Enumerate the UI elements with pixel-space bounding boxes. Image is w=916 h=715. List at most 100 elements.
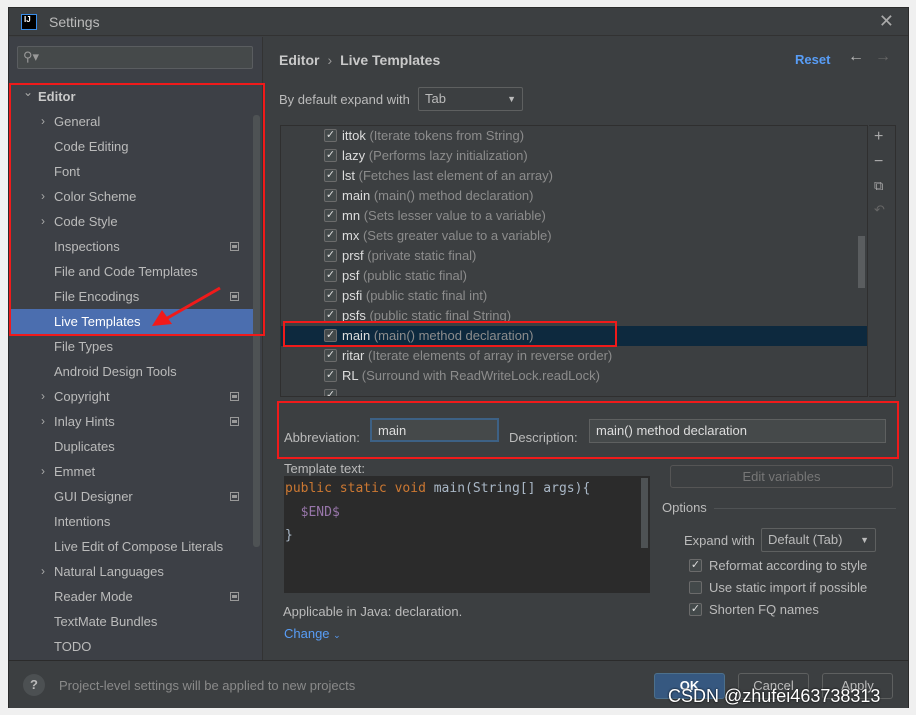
remove-icon[interactable]: − bbox=[874, 153, 883, 171]
template-text-editor[interactable]: public static void main(String[] args){ … bbox=[284, 476, 650, 593]
template-abbreviation: mx bbox=[342, 228, 360, 243]
copy-icon[interactable]: ⧉ bbox=[874, 178, 883, 194]
sidebar-item-natural-languages[interactable]: › Natural Languages bbox=[9, 559, 253, 584]
template-row[interactable]: ✓ lst (Fetches last element of an array) bbox=[281, 166, 867, 186]
template-row[interactable]: ✓ main (main() method declaration) bbox=[281, 326, 867, 346]
sidebar-item-code-editing[interactable]: Code Editing bbox=[9, 134, 253, 159]
chevron-down-icon: ⌄ bbox=[333, 630, 341, 640]
sidebar-item-label: General bbox=[54, 114, 101, 129]
sidebar-item-emmet[interactable]: › Emmet bbox=[9, 459, 253, 484]
template-abbreviation: main bbox=[342, 328, 371, 343]
chevron-right-icon[interactable]: › bbox=[41, 209, 45, 234]
code-keyword: void bbox=[394, 481, 426, 496]
sidebar-item-textmate-bundles[interactable]: TextMate Bundles bbox=[9, 609, 253, 634]
list-toolbar: + − ⧉ ↶ bbox=[869, 125, 896, 397]
checkbox-checked-icon[interactable]: ✓ bbox=[324, 329, 337, 342]
sidebar-item-label: Inspections bbox=[54, 239, 120, 254]
template-row[interactable]: ✓ RL (Surround with ReadWriteLock.readLoc… bbox=[281, 366, 867, 386]
sidebar-item-reader-mode[interactable]: Reader Mode bbox=[9, 584, 253, 609]
checkbox-checked-icon[interactable]: ✓ bbox=[324, 229, 337, 242]
chevron-down-icon: ▼ bbox=[507, 94, 516, 104]
add-icon[interactable]: + bbox=[874, 128, 883, 146]
sidebar-item-todo[interactable]: TODO bbox=[9, 634, 253, 659]
checkbox-checked-icon[interactable]: ✓ bbox=[324, 269, 337, 282]
arrow-left-icon[interactable]: ← bbox=[848, 48, 864, 66]
templates-list: ✓ ittok (Iterate tokens from String) ✓ lazy… bbox=[280, 125, 868, 397]
checkbox-checked-icon[interactable]: ✓ bbox=[324, 129, 337, 142]
sidebar-scrollbar[interactable] bbox=[253, 115, 260, 547]
abbreviation-input[interactable]: main bbox=[370, 418, 499, 442]
chevron-right-icon[interactable]: › bbox=[41, 409, 45, 434]
template-row[interactable]: ✓ lazy (Performs lazy initialization) bbox=[281, 146, 867, 166]
template-row[interactable]: ✓ ittok (Iterate tokens from String) bbox=[281, 126, 867, 146]
checkbox-checked-icon[interactable]: ✓ bbox=[324, 249, 337, 262]
undo-icon[interactable]: ↶ bbox=[874, 202, 885, 218]
search-input[interactable]: ⚲▾ bbox=[17, 46, 253, 69]
chevron-right-icon[interactable]: › bbox=[41, 384, 45, 409]
checkbox-checked-icon[interactable]: ✓ bbox=[324, 169, 337, 182]
sidebar-item-color-scheme[interactable]: › Color Scheme bbox=[9, 184, 253, 209]
sidebar-item-editor[interactable]: ⌄ Editor bbox=[9, 84, 253, 109]
checkbox-checked-icon[interactable]: ✓ bbox=[324, 209, 337, 222]
checkbox-checked-icon[interactable]: ✓ bbox=[324, 289, 337, 302]
description-label: Description: bbox=[509, 430, 578, 445]
template-row[interactable]: ✓ mn (Sets lesser value to a variable) bbox=[281, 206, 867, 226]
template-row[interactable]: ✓ psf (public static final) bbox=[281, 266, 867, 286]
close-icon[interactable]: ✕ bbox=[879, 11, 894, 32]
project-level-icon bbox=[230, 417, 239, 426]
sidebar-item-inspections[interactable]: Inspections bbox=[9, 234, 253, 259]
chevron-right-icon[interactable]: › bbox=[41, 109, 45, 134]
help-icon[interactable]: ? bbox=[23, 674, 45, 696]
chevron-right-icon[interactable]: › bbox=[41, 559, 45, 584]
sidebar-item-label: File and Code Templates bbox=[54, 264, 198, 279]
checkbox-checked-icon[interactable]: ✓ bbox=[324, 369, 337, 382]
description-input[interactable]: main() method declaration bbox=[589, 419, 886, 443]
sidebar-item-intentions[interactable]: Intentions bbox=[9, 509, 253, 534]
sidebar-item-label: Android Design Tools bbox=[54, 364, 177, 379]
checkbox-checked-icon[interactable]: ✓ bbox=[324, 149, 337, 162]
template-row[interactable]: ✓ bbox=[281, 386, 867, 396]
expand-with-value: Default (Tab) bbox=[768, 532, 843, 547]
checkbox-checked-icon[interactable]: ✓ bbox=[324, 189, 337, 202]
sidebar-item-file-types[interactable]: File Types bbox=[9, 334, 253, 359]
reset-link[interactable]: Reset bbox=[795, 52, 830, 67]
project-level-icon bbox=[230, 392, 239, 401]
breadcrumb-editor[interactable]: Editor bbox=[279, 52, 319, 68]
sidebar-item-label: File Types bbox=[54, 339, 114, 354]
template-row[interactable]: ✓ prsf (private static final) bbox=[281, 246, 867, 266]
sidebar-item-font[interactable]: Font bbox=[9, 159, 253, 184]
settings-tree: ⌄ Editor › General Code Editing Font › Color Sc… bbox=[9, 84, 253, 659]
template-row[interactable]: ✓ main (main() method declaration) bbox=[281, 186, 867, 206]
sidebar-item-android-design-tools[interactable]: Android Design Tools bbox=[9, 359, 253, 384]
template-row[interactable]: ✓ psfs (public static final String) bbox=[281, 306, 867, 326]
checkbox-checked-icon[interactable]: ✓ bbox=[324, 389, 337, 396]
template-row[interactable]: ✓ psfi (public static final int) bbox=[281, 286, 867, 306]
sidebar-item-label: Font bbox=[54, 164, 81, 179]
chevron-down-icon[interactable]: ⌄ bbox=[23, 80, 33, 105]
chevron-right-icon[interactable]: › bbox=[41, 459, 45, 484]
template-row[interactable]: ✓ ritar (Iterate elements of array in rev… bbox=[281, 346, 867, 366]
sidebar-item-file-and-code-templates[interactable]: File and Code Templates bbox=[9, 259, 253, 284]
sidebar-item-general[interactable]: › General bbox=[9, 109, 253, 134]
expand-with-select[interactable]: Default (Tab) ▼ bbox=[761, 528, 876, 552]
options-title: Options bbox=[662, 500, 707, 515]
expand-with-label: Expand with bbox=[684, 533, 755, 548]
sidebar-item-gui-designer[interactable]: GUI Designer bbox=[9, 484, 253, 509]
template-row[interactable]: ✓ mx (Sets greater value to a variable) bbox=[281, 226, 867, 246]
arrow-right-icon[interactable]: → bbox=[875, 48, 891, 66]
change-link[interactable]: Change ⌄ bbox=[284, 626, 341, 641]
sidebar-item-duplicates[interactable]: Duplicates bbox=[9, 434, 253, 459]
checkbox-checked-icon[interactable]: ✓ bbox=[324, 309, 337, 322]
sidebar-item-inlay-hints[interactable]: › Inlay Hints bbox=[9, 409, 253, 434]
chevron-right-icon[interactable]: › bbox=[41, 184, 45, 209]
sidebar-item-code-style[interactable]: › Code Style bbox=[9, 209, 253, 234]
sidebar-item-live-edit-of-compose-literals[interactable]: Live Edit of Compose Literals bbox=[9, 534, 253, 559]
checkbox-checked-icon[interactable]: ✓ bbox=[324, 349, 337, 362]
sidebar-item-copyright[interactable]: › Copyright bbox=[9, 384, 253, 409]
code-end-variable: $END$ bbox=[300, 504, 340, 520]
list-scrollbar[interactable] bbox=[858, 236, 865, 288]
checkbox-checked-icon: ✓ bbox=[689, 603, 702, 616]
editor-scrollbar[interactable] bbox=[641, 478, 648, 548]
edit-variables-button[interactable]: Edit variables bbox=[670, 465, 893, 488]
expand-select[interactable]: Tab ▼ bbox=[418, 87, 523, 111]
